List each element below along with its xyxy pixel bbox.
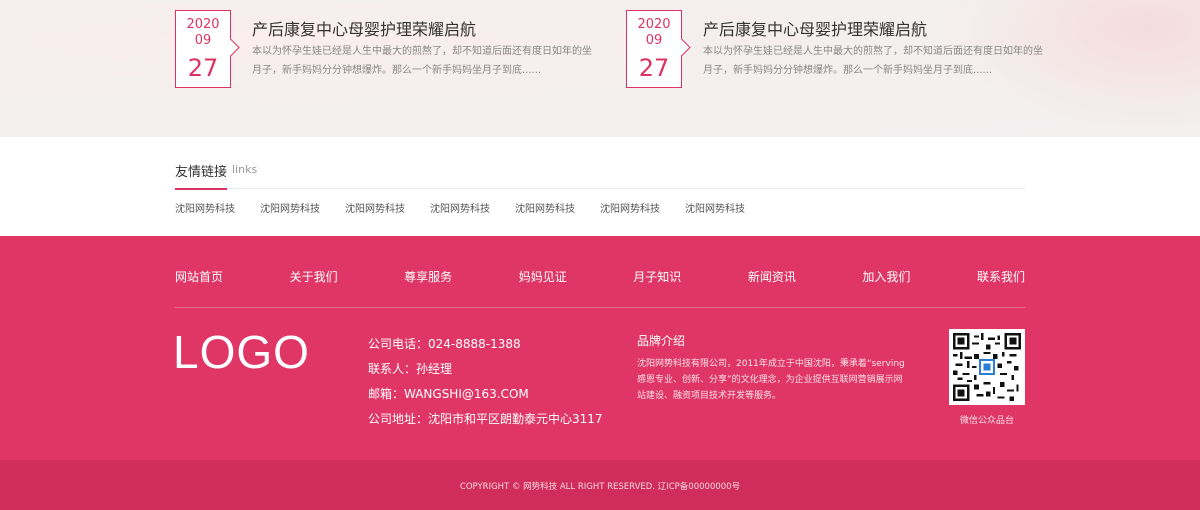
- brand-intro-title: 品牌介绍: [637, 334, 686, 348]
- brand-intro-text: 沈阳网势科技有限公司，2011年成立于中国沈阳，秉承着“serving感恩专业、…: [637, 359, 905, 401]
- friend-link[interactable]: 沈阳网势科技: [685, 200, 745, 215]
- copyright-bar: COPYRIGHT © 网势科技 ALL RIGHT RESERVED. 辽IC…: [0, 460, 1200, 510]
- news-section: 2020 09 27 产后康复中心母婴护理荣耀启航 本以为怀孕生娃已经是人生中最…: [0, 0, 1200, 137]
- news-summary: 本以为怀孕生娃已经是人生中最大的煎熬了，却不知道后面还有度日如年的坐月子，新手妈…: [703, 46, 1043, 76]
- friend-links-title: 友情链接: [175, 161, 228, 190]
- friend-links-section: 友情链接 links 沈阳网势科技 沈阳网势科技 沈阳网势科技 沈阳网势科技 沈…: [175, 137, 1025, 236]
- footer-nav-home[interactable]: 网站首页: [175, 268, 223, 285]
- date-month: 09: [645, 33, 663, 48]
- footer-nav-knowledge[interactable]: 月子知识: [633, 268, 681, 285]
- friend-link[interactable]: 沈阳网势科技: [600, 200, 660, 215]
- footer-nav-testimonials[interactable]: 妈妈见证: [519, 268, 567, 285]
- date-day: 27: [187, 54, 219, 82]
- footer-nav-contact[interactable]: 联系我们: [977, 268, 1025, 285]
- footer-divider: [175, 307, 1025, 308]
- date-month: 09: [194, 33, 212, 48]
- news-summary: 本以为怀孕生娃已经是人生中最大的煎熬了，却不知道后面还有度日如年的坐月子，新手妈…: [252, 46, 592, 76]
- friend-links-header: 友情链接 links: [175, 159, 1025, 190]
- contact-email: 邮箱：WANGSHI@163.COM: [368, 387, 529, 401]
- brand-intro: 品牌介绍 沈阳网势科技有限公司，2011年成立于中国沈阳，秉承着“serving…: [637, 332, 907, 404]
- qr-code-icon: [953, 333, 1021, 401]
- date-badge: 2020 09 27: [175, 10, 231, 88]
- friend-link[interactable]: 沈阳网势科技: [515, 200, 575, 215]
- friend-link[interactable]: 沈阳网势科技: [260, 200, 320, 215]
- news-title-link[interactable]: 产后康复中心母婴护理荣耀启航: [703, 16, 927, 40]
- friend-link[interactable]: 沈阳网势科技: [430, 200, 490, 215]
- footer-nav-about[interactable]: 关于我们: [290, 268, 338, 285]
- footer-nav-services[interactable]: 尊享服务: [404, 268, 452, 285]
- date-year: 2020: [637, 17, 671, 32]
- friend-links-subtitle: links: [232, 163, 258, 176]
- friend-link[interactable]: 沈阳网势科技: [175, 200, 235, 215]
- wechat-qr-code: [949, 329, 1025, 405]
- contact-address: 公司地址：沈阳市和平区朗勤泰元中心3117: [368, 412, 603, 426]
- site-footer: 网站首页 关于我们 尊享服务 妈妈见证 月子知识 新闻资讯 加入我们 联系我们 …: [0, 236, 1200, 510]
- footer-nav-news[interactable]: 新闻资讯: [748, 268, 796, 285]
- contact-person: 联系人：孙经理: [368, 362, 453, 376]
- friend-links-list: 沈阳网势科技 沈阳网势科技 沈阳网势科技 沈阳网势科技 沈阳网势科技 沈阳网势科…: [175, 200, 745, 215]
- copyright-text: COPYRIGHT © 网势科技 ALL RIGHT RESERVED. 辽IC…: [459, 482, 741, 492]
- date-badge: 2020 09 27: [626, 10, 682, 88]
- footer-logo[interactable]: LOGO: [173, 324, 310, 380]
- news-item[interactable]: 2020 09 27 产后康复中心母婴护理荣耀启航 本以为怀孕生娃已经是人生中最…: [626, 10, 1046, 90]
- footer-nav-join[interactable]: 加入我们: [862, 268, 910, 285]
- qr-code-label: 微信公众品台: [959, 416, 1014, 426]
- friend-link[interactable]: 沈阳网势科技: [345, 200, 405, 215]
- footer-nav: 网站首页 关于我们 尊享服务 妈妈见证 月子知识 新闻资讯 加入我们 联系我们: [175, 268, 1025, 285]
- date-year: 2020: [186, 17, 220, 32]
- news-title-link[interactable]: 产后康复中心母婴护理荣耀启航: [252, 16, 476, 40]
- news-item[interactable]: 2020 09 27 产后康复中心母婴护理荣耀启航 本以为怀孕生娃已经是人生中最…: [175, 10, 595, 90]
- contact-info: 公司电话：024-8888-1388 联系人：孙经理 邮箱：WANGSHI@16…: [368, 332, 603, 432]
- contact-phone: 公司电话：024-8888-1388: [368, 337, 521, 351]
- date-day: 27: [638, 54, 670, 82]
